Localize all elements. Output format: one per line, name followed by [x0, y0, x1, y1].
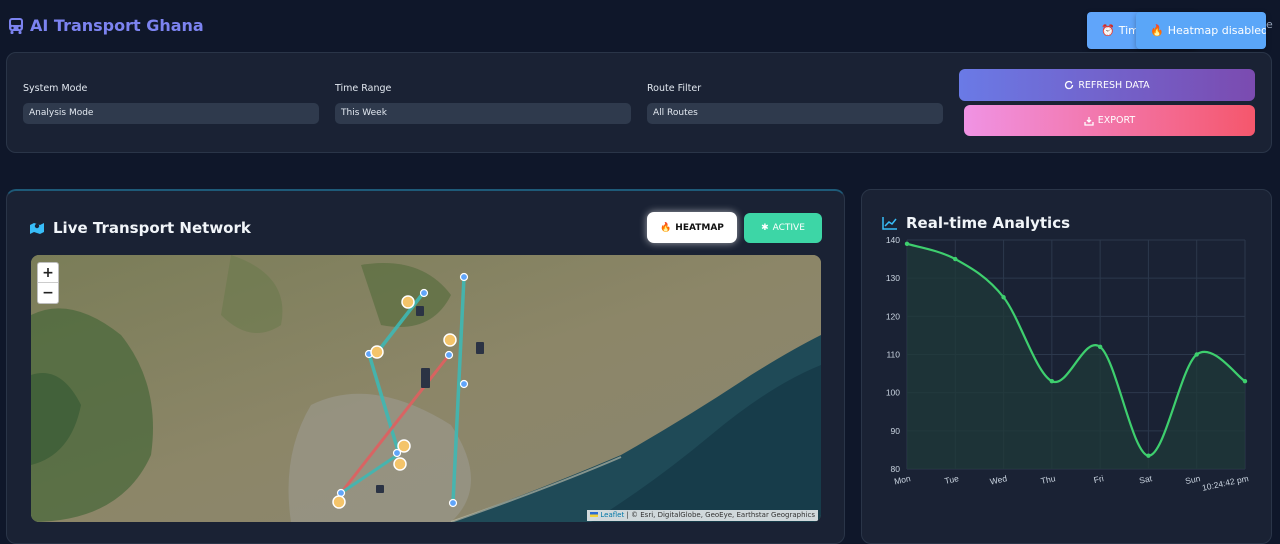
x-tick-label: Fri: [1093, 473, 1105, 485]
x-tick-label: Sat: [1138, 473, 1153, 486]
data-point: [1001, 295, 1006, 300]
map-panel: Live Transport Network 🔥 HEATMAP ✱ ACTIV…: [6, 189, 845, 544]
fire-icon: 🔥: [660, 222, 672, 233]
route-filter-label: Route Filter: [647, 83, 702, 94]
data-point: [904, 241, 910, 247]
brand: AI Transport Ghana: [8, 16, 204, 35]
y-tick-label: 120: [886, 311, 900, 321]
active-button[interactable]: ✱ ACTIVE: [744, 213, 822, 243]
zoom-out-button[interactable]: −: [38, 283, 58, 303]
leaflet-link[interactable]: Leaflet: [600, 511, 624, 519]
data-point: [1194, 352, 1199, 357]
data-point: [1049, 379, 1055, 384]
y-tick-label: 140: [886, 235, 900, 245]
system-mode-select[interactable]: Analysis Mode: [23, 103, 319, 124]
download-icon: [1084, 116, 1094, 126]
x-tick-label: 10:24:42 pm: [1201, 473, 1249, 493]
alarm-icon: ⏰: [1101, 24, 1115, 37]
zoom-control: + −: [37, 262, 59, 304]
x-tick-label: Sun: [1184, 473, 1201, 486]
heatmap-button[interactable]: 🔥 HEATMAP: [647, 212, 737, 243]
bus-icon: [9, 17, 23, 34]
x-tick-label: Wed: [989, 473, 1008, 486]
time-range-label: Time Range: [335, 83, 392, 94]
y-tick-label: 110: [886, 350, 900, 360]
app-header: AI Transport Ghana ⏰ Tim 🔥 Heatmap disab…: [0, 0, 1280, 52]
map-attribution: Leaflet | © Esri, DigitalGlobe, GeoEye, …: [587, 510, 818, 521]
toast-overflow-text: e: [1266, 18, 1273, 31]
data-point: [1146, 453, 1151, 458]
x-tick-label: Tue: [944, 473, 960, 486]
flag-icon: [590, 512, 599, 517]
data-point: [1097, 344, 1103, 350]
gear-icon: ✱: [761, 223, 769, 233]
data-point: [1242, 379, 1248, 384]
satellite-terrain: [31, 255, 821, 522]
time-range-select[interactable]: This Week: [335, 103, 631, 124]
time-range-control: Time Range This Week: [335, 83, 631, 124]
y-tick-label: 130: [886, 273, 900, 283]
fire-icon: 🔥: [1150, 24, 1164, 37]
analytics-panel: Real-time Analytics 80 90 100 110 120 130 140 M…: [861, 189, 1272, 544]
y-tick-label: 100: [886, 388, 900, 398]
export-button[interactable]: EXPORT: [964, 105, 1255, 136]
y-tick-label: 80: [891, 464, 901, 474]
y-tick-label: 90: [891, 426, 901, 436]
heatmap-toast[interactable]: 🔥 Heatmap disabled: [1136, 12, 1266, 49]
route-filter-select[interactable]: All Routes: [647, 103, 943, 124]
app-title: AI Transport Ghana: [30, 16, 204, 35]
x-tick-label: Thu: [1040, 473, 1057, 486]
system-mode-control: System Mode Analysis Mode: [23, 83, 319, 124]
refresh-data-button[interactable]: REFRESH DATA: [959, 69, 1255, 101]
analytics-chart: 80 90 100 110 120 130 140 Mon Tue Wed Thu Fri Sat Sun…: [886, 235, 1250, 493]
map-icon: [30, 223, 44, 234]
system-mode-label: System Mode: [23, 83, 88, 94]
x-tick-label: Mon: [893, 473, 912, 486]
zoom-in-button[interactable]: +: [38, 263, 58, 283]
refresh-icon: [1065, 80, 1074, 90]
route-filter-control: Route Filter All Routes: [647, 83, 943, 124]
data-point: [953, 256, 958, 262]
map-panel-title: Live Transport Network: [29, 219, 251, 237]
controls-panel: System Mode Analysis Mode Time Range Thi…: [6, 52, 1272, 153]
transport-map[interactable]: + − Leaflet | © Esri, DigitalGlobe, GeoE…: [31, 255, 821, 522]
